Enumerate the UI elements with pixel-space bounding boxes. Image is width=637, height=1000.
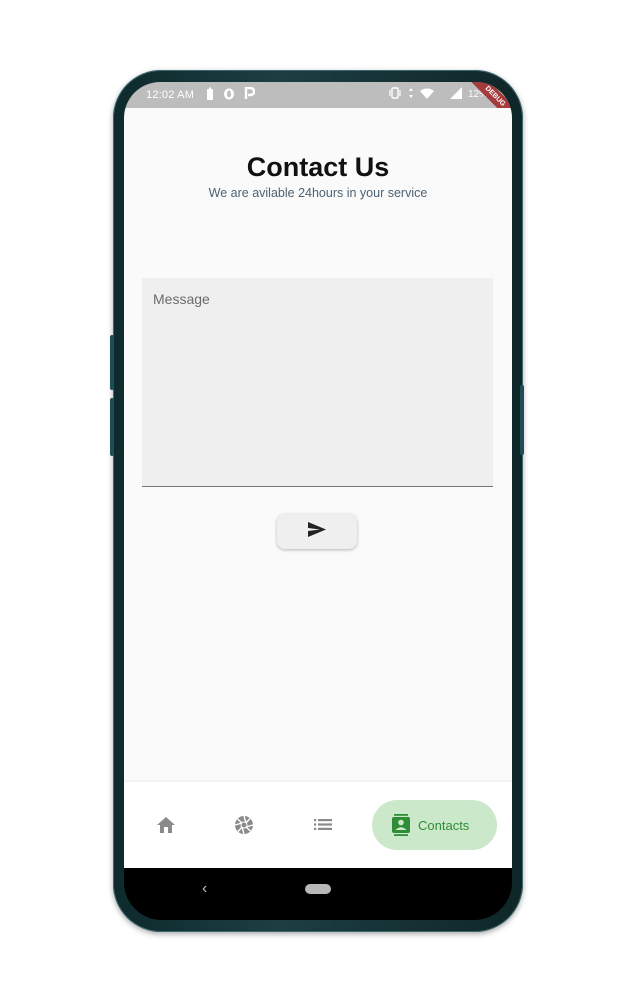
- message-field[interactable]: [142, 278, 493, 487]
- camera-aperture-icon: [234, 815, 254, 840]
- contacts-icon: [392, 814, 410, 836]
- phone-screen: 12:02 AM 12% DEBUG Contact Us We are avi…: [124, 82, 512, 920]
- wifi-icon: [419, 88, 434, 102]
- nav-home[interactable]: [155, 816, 177, 838]
- nav-contacts-label: Contacts: [418, 817, 470, 833]
- list-icon: [314, 818, 332, 836]
- power-button: [520, 385, 524, 455]
- page-title: Contact Us: [246, 152, 390, 182]
- nav-list[interactable]: [312, 816, 334, 838]
- app-content: Contact Us We are avilable 24hours in yo…: [124, 108, 512, 782]
- status-time: 12:02 AM: [146, 89, 195, 101]
- status-icons-right: 12%: [388, 87, 488, 102]
- system-nav-bar: ‹: [124, 868, 512, 920]
- p-icon: [244, 86, 256, 103]
- back-icon[interactable]: ‹: [202, 880, 207, 898]
- status-icons-left: [206, 86, 256, 103]
- volume-button-lower: [110, 398, 114, 456]
- home-icon: [156, 816, 176, 839]
- bottom-nav: Contacts: [124, 782, 512, 868]
- page-subtitle: We are avilable 24hours in your service: [208, 186, 428, 200]
- opera-icon: [223, 88, 235, 103]
- nav-contacts[interactable]: Contacts: [372, 800, 497, 850]
- send-icon: [307, 521, 327, 543]
- message-input[interactable]: [142, 278, 493, 486]
- battery-saver-icon: [206, 87, 214, 103]
- nav-camera[interactable]: [233, 815, 255, 840]
- vibrate-icon: [388, 87, 402, 102]
- send-button[interactable]: [277, 514, 357, 549]
- status-bar: 12:02 AM 12% DEBUG: [124, 82, 512, 126]
- data-arrows-icon: [408, 87, 414, 102]
- volume-button: [110, 335, 114, 390]
- home-pill[interactable]: [305, 884, 331, 894]
- signal-icon: [449, 87, 462, 102]
